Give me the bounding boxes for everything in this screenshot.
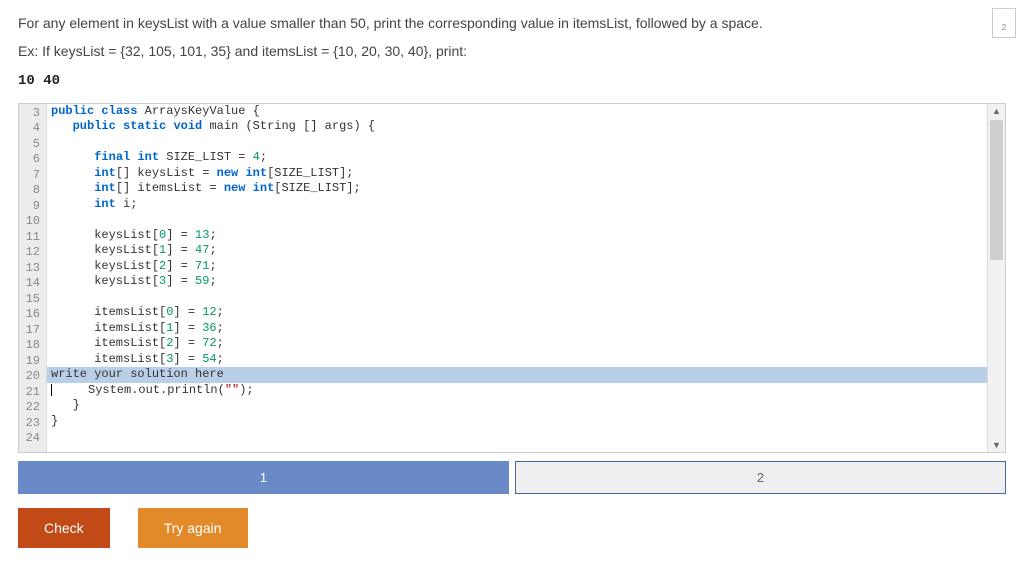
code-line[interactable] <box>47 135 987 151</box>
action-buttons: Check Try again <box>18 508 1006 548</box>
code-line[interactable]: System.out.println(""); <box>47 383 987 399</box>
code-line[interactable]: itemsList[0] = 12; <box>47 305 987 321</box>
problem-line-2: Ex: If keysList = {32, 105, 101, 35} and… <box>18 40 1006 62</box>
code-line[interactable]: itemsList[2] = 72; <box>47 336 987 352</box>
tab-1[interactable]: 1 <box>18 461 509 494</box>
scroll-up-icon[interactable]: ▲ <box>988 104 1005 118</box>
scroll-down-icon[interactable]: ▼ <box>988 438 1005 452</box>
scroll-thumb[interactable] <box>990 120 1003 260</box>
code-line[interactable] <box>47 290 987 306</box>
check-button[interactable]: Check <box>18 508 110 548</box>
code-line[interactable]: int i; <box>47 197 987 213</box>
step-tabs: 1 2 <box>18 461 1006 494</box>
code-line[interactable]: keysList[2] = 71; <box>47 259 987 275</box>
code-line[interactable]: public class ArraysKeyValue { <box>47 104 987 120</box>
code-line[interactable]: final int SIZE_LIST = 4; <box>47 150 987 166</box>
code-line[interactable]: write your solution here <box>47 367 987 383</box>
code-line[interactable]: int[] itemsList = new int[SIZE_LIST]; <box>47 181 987 197</box>
page-badge: 2 <box>992 8 1016 38</box>
line-gutter: 3456789101112131415161718192021222324 <box>19 104 47 452</box>
code-area[interactable]: public class ArraysKeyValue { public sta… <box>47 104 987 452</box>
code-line[interactable]: } <box>47 398 987 414</box>
code-line[interactable]: itemsList[1] = 36; <box>47 321 987 337</box>
code-editor[interactable]: 3456789101112131415161718192021222324 pu… <box>18 103 1006 453</box>
expected-output: 10 40 <box>18 73 1006 89</box>
problem-line-1: For any element in keysList with a value… <box>18 12 1006 34</box>
code-line[interactable]: int[] keysList = new int[SIZE_LIST]; <box>47 166 987 182</box>
code-line[interactable] <box>47 212 987 228</box>
tab-2[interactable]: 2 <box>515 461 1006 494</box>
code-line[interactable]: keysList[1] = 47; <box>47 243 987 259</box>
try-again-button[interactable]: Try again <box>138 508 248 548</box>
code-line[interactable]: itemsList[3] = 54; <box>47 352 987 368</box>
code-line[interactable]: keysList[0] = 13; <box>47 228 987 244</box>
code-line[interactable]: public static void main (String [] args)… <box>47 119 987 135</box>
code-line[interactable]: keysList[3] = 59; <box>47 274 987 290</box>
code-line[interactable] <box>47 429 987 445</box>
code-line[interactable]: } <box>47 414 987 430</box>
vertical-scrollbar[interactable]: ▲ ▼ <box>987 104 1005 452</box>
